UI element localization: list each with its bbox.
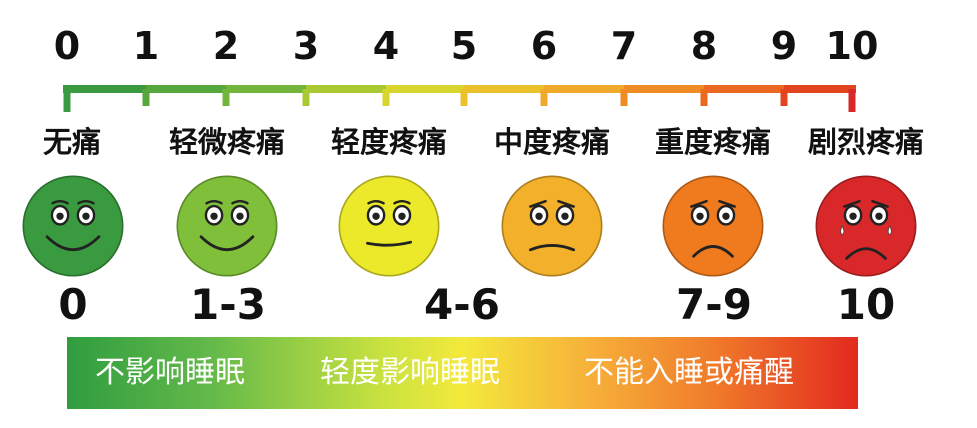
sleep-no-impact-label: 不影响睡眠 — [95, 355, 245, 390]
level-label-severe: 重度疼痛 — [654, 125, 771, 159]
range-0: 0 — [58, 280, 88, 329]
scale-number-9: 9 — [770, 24, 798, 68]
range-7-9: 7-9 — [676, 280, 752, 329]
scale-number-2: 2 — [212, 24, 240, 68]
face-extreme-pain-icon — [815, 175, 917, 277]
scale-number-7: 7 — [610, 24, 638, 68]
scale-number-1: 1 — [132, 24, 160, 68]
face-no-pain-icon — [22, 175, 124, 277]
face-severe-pain-icon — [662, 175, 764, 277]
face-mild-pain-icon — [338, 175, 440, 277]
level-label-extreme: 剧烈疼痛 — [807, 125, 924, 159]
scale-number-5: 5 — [450, 24, 478, 68]
scale-number-8: 8 — [690, 24, 718, 68]
level-label-none: 无痛 — [42, 125, 101, 159]
range-1-3: 1-3 — [190, 280, 266, 329]
scale-number-10: 10 — [825, 24, 879, 68]
scale-number-3: 3 — [292, 24, 320, 68]
sleep-impact-bar: 不影响睡眠 轻度影响睡眠 不能入睡或痛醒 — [67, 337, 858, 409]
face-slight-pain-icon — [176, 175, 278, 277]
sleep-mild-impact-label: 轻度影响睡眠 — [320, 355, 500, 390]
range-4-6: 4-6 — [424, 280, 500, 329]
level-label-moderate: 中度疼痛 — [493, 125, 610, 159]
range-10: 10 — [836, 280, 896, 329]
sleep-cannot-sleep-label: 不能入睡或痛醒 — [584, 355, 794, 390]
scale-number-4: 4 — [372, 24, 400, 68]
level-label-slight: 轻微疼痛 — [168, 125, 285, 159]
face-moderate-pain-icon — [501, 175, 603, 277]
level-label-mild: 轻度疼痛 — [330, 125, 447, 159]
scale-number-6: 6 — [530, 24, 558, 68]
scale-number-0: 0 — [53, 24, 81, 68]
